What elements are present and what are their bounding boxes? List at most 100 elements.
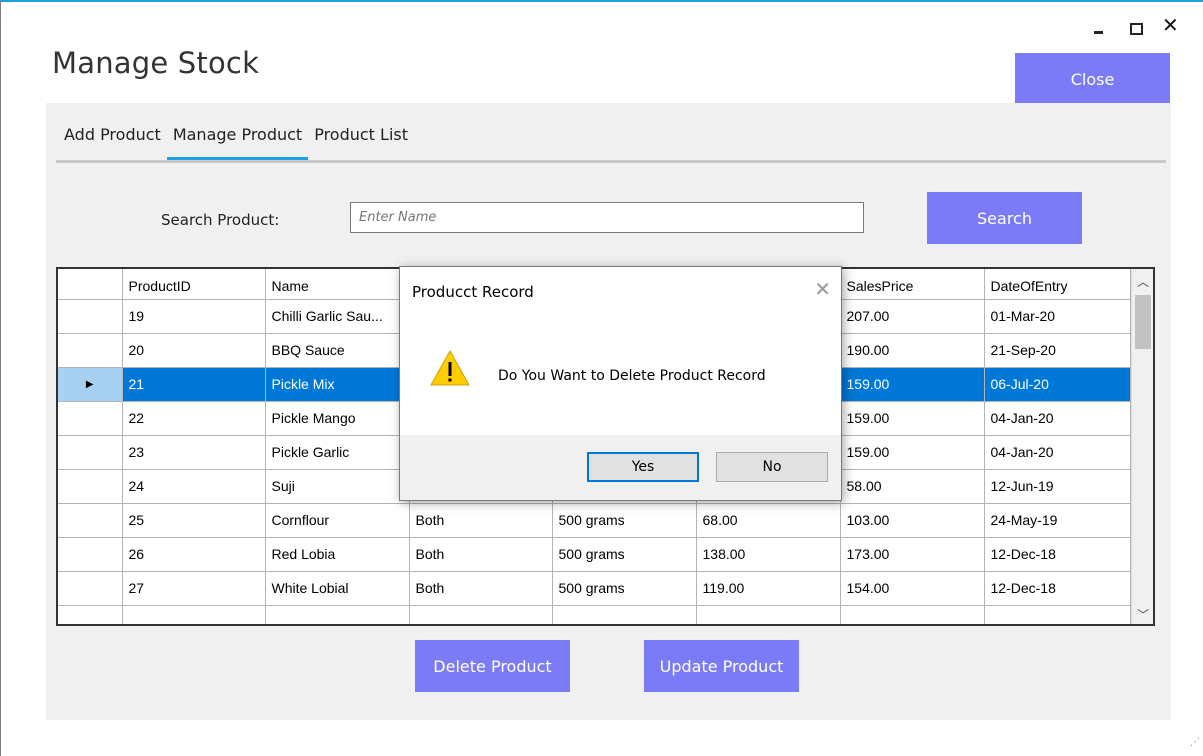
table-cell-name[interactable]: Chilli Garlic Sau... bbox=[265, 299, 410, 334]
dialog-close-icon[interactable]: ✕ bbox=[814, 279, 831, 299]
table-row[interactable]: 26 Red Lobia Both 500 grams 138.00 173.00 12-D… bbox=[58, 537, 1131, 572]
search-input[interactable] bbox=[350, 202, 864, 233]
table-cell-empty bbox=[265, 605, 410, 624]
table-cell-date[interactable]: 01-Mar-20 bbox=[984, 299, 1131, 334]
close-button[interactable]: Close bbox=[1015, 53, 1170, 103]
table-cell-c4[interactable]: 500 grams bbox=[552, 503, 697, 538]
table-cell-name[interactable]: Cornflour bbox=[265, 503, 410, 538]
search-label: Search Product: bbox=[161, 211, 280, 229]
table-cell-name[interactable]: Pickle Garlic bbox=[265, 435, 410, 470]
page-title: Manage Stock bbox=[52, 46, 260, 80]
row-header[interactable] bbox=[58, 401, 123, 436]
window-close-icon[interactable]: ✕ bbox=[1162, 15, 1179, 35]
table-cell-sales[interactable]: 58.00 bbox=[840, 469, 985, 504]
table-cell-c5[interactable]: 68.00 bbox=[696, 503, 841, 538]
table-cell-c4[interactable]: 500 grams bbox=[552, 537, 697, 572]
delete-confirm-dialog: Producct Record ✕ Do You Want to Delete … bbox=[399, 266, 842, 501]
table-cell-empty bbox=[696, 605, 841, 624]
manage-stock-window: ✕ Manage Stock Close Add Product Manage … bbox=[0, 0, 1203, 756]
table-cell-date[interactable]: 04-Jan-20 bbox=[984, 401, 1131, 436]
table-cell-sales[interactable]: 190.00 bbox=[840, 333, 985, 368]
table-cell-name[interactable]: BBQ Sauce bbox=[265, 333, 410, 368]
row-header[interactable] bbox=[58, 435, 123, 470]
table-cell-name[interactable]: Pickle Mango bbox=[265, 401, 410, 436]
dialog-footer: Yes No bbox=[400, 435, 841, 500]
table-cell-name[interactable]: Pickle Mix bbox=[265, 367, 410, 402]
table-cell-c5[interactable]: 138.00 bbox=[696, 537, 841, 572]
table-cell-date[interactable]: 12-Dec-18 bbox=[984, 537, 1131, 572]
table-row-partial bbox=[58, 605, 1131, 624]
table-row[interactable]: 27 White Lobial Both 500 grams 119.00 154.00 1… bbox=[58, 571, 1131, 606]
tab-product-list[interactable]: Product List bbox=[308, 125, 414, 160]
table-cell-empty bbox=[122, 605, 266, 624]
row-header[interactable] bbox=[58, 503, 123, 538]
tab-add-product[interactable]: Add Product bbox=[58, 125, 167, 160]
vertical-scrollbar[interactable]: ︿ ﹀ bbox=[1131, 269, 1153, 624]
resize-grip-icon[interactable]: ⋰ bbox=[1187, 738, 1200, 750]
table-cell-sales[interactable]: 103.00 bbox=[840, 503, 985, 538]
table-cell-id[interactable]: 26 bbox=[122, 537, 266, 572]
table-cell-id[interactable]: 21 bbox=[122, 367, 266, 402]
table-cell-sales[interactable]: 159.00 bbox=[840, 435, 985, 470]
row-header[interactable] bbox=[58, 469, 123, 504]
table-cell-id[interactable]: 27 bbox=[122, 571, 266, 606]
table-cell-id[interactable]: 19 bbox=[122, 299, 266, 334]
table-cell-c4[interactable]: 500 grams bbox=[552, 571, 697, 606]
tab-manage-product[interactable]: Manage Product bbox=[166, 125, 309, 160]
table-cell-id[interactable]: 25 bbox=[122, 503, 266, 538]
warning-icon bbox=[430, 349, 470, 386]
table-cell-name[interactable]: Red Lobia bbox=[265, 537, 410, 572]
tab-strip: Add Product Manage Product Product List bbox=[58, 125, 414, 160]
search-button[interactable]: Search bbox=[927, 192, 1082, 244]
column-header-productid[interactable]: ProductID bbox=[122, 269, 266, 300]
scroll-down-icon[interactable]: ﹀ bbox=[1132, 606, 1153, 624]
no-button[interactable]: No bbox=[716, 452, 828, 482]
table-cell-date[interactable]: 12-Jun-19 bbox=[984, 469, 1131, 504]
table-cell-date[interactable]: 21-Sep-20 bbox=[984, 333, 1131, 368]
table-cell-name[interactable]: Suji bbox=[265, 469, 410, 504]
table-cell-c3[interactable]: Both bbox=[409, 537, 553, 572]
minimize-icon[interactable] bbox=[1092, 16, 1106, 36]
column-header-name[interactable]: Name bbox=[265, 269, 410, 300]
table-cell-empty bbox=[58, 605, 123, 624]
table-cell-date[interactable]: 04-Jan-20 bbox=[984, 435, 1131, 470]
table-cell-c5[interactable]: 119.00 bbox=[696, 571, 841, 606]
table-cell-name[interactable]: White Lobial bbox=[265, 571, 410, 606]
table-cell-id[interactable]: 22 bbox=[122, 401, 266, 436]
row-header-corner bbox=[58, 269, 123, 300]
table-cell-c3[interactable]: Both bbox=[409, 503, 553, 538]
table-cell-id[interactable]: 23 bbox=[122, 435, 266, 470]
table-cell-empty bbox=[984, 605, 1131, 624]
dialog-title: Producct Record bbox=[412, 283, 534, 301]
table-cell-sales[interactable]: 154.00 bbox=[840, 571, 985, 606]
table-cell-sales[interactable]: 173.00 bbox=[840, 537, 985, 572]
update-product-button[interactable]: Update Product bbox=[644, 640, 799, 692]
table-cell-date[interactable]: 24-May-19 bbox=[984, 503, 1131, 538]
row-pointer-icon[interactable]: ▶ bbox=[58, 367, 123, 402]
table-cell-sales[interactable]: 207.00 bbox=[840, 299, 985, 334]
yes-button[interactable]: Yes bbox=[587, 452, 699, 482]
delete-product-button[interactable]: Delete Product bbox=[415, 640, 570, 692]
maximize-icon[interactable] bbox=[1130, 23, 1143, 35]
row-header[interactable] bbox=[58, 571, 123, 606]
table-cell-date[interactable]: 06-Jul-20 bbox=[984, 367, 1131, 402]
table-cell-id[interactable]: 24 bbox=[122, 469, 266, 504]
table-row[interactable]: 25 Cornflour Both 500 grams 68.00 103.00 24-Ma… bbox=[58, 503, 1131, 538]
table-cell-empty bbox=[409, 605, 553, 624]
tab-divider bbox=[56, 160, 1166, 163]
table-cell-empty bbox=[552, 605, 697, 624]
table-cell-sales[interactable]: 159.00 bbox=[840, 401, 985, 436]
table-cell-sales[interactable]: 159.00 bbox=[840, 367, 985, 402]
scroll-up-icon[interactable]: ︿ bbox=[1132, 273, 1153, 291]
row-header[interactable] bbox=[58, 333, 123, 368]
dialog-message: Do You Want to Delete Product Record bbox=[498, 368, 766, 384]
table-cell-c3[interactable]: Both bbox=[409, 571, 553, 606]
scroll-thumb[interactable] bbox=[1135, 295, 1151, 349]
column-header-salesprice[interactable]: SalesPrice bbox=[840, 269, 985, 300]
row-header[interactable] bbox=[58, 299, 123, 334]
table-cell-empty bbox=[840, 605, 985, 624]
table-cell-date[interactable]: 12-Dec-18 bbox=[984, 571, 1131, 606]
row-header[interactable] bbox=[58, 537, 123, 572]
table-cell-id[interactable]: 20 bbox=[122, 333, 266, 368]
column-header-dateofentry[interactable]: DateOfEntry bbox=[984, 269, 1131, 300]
